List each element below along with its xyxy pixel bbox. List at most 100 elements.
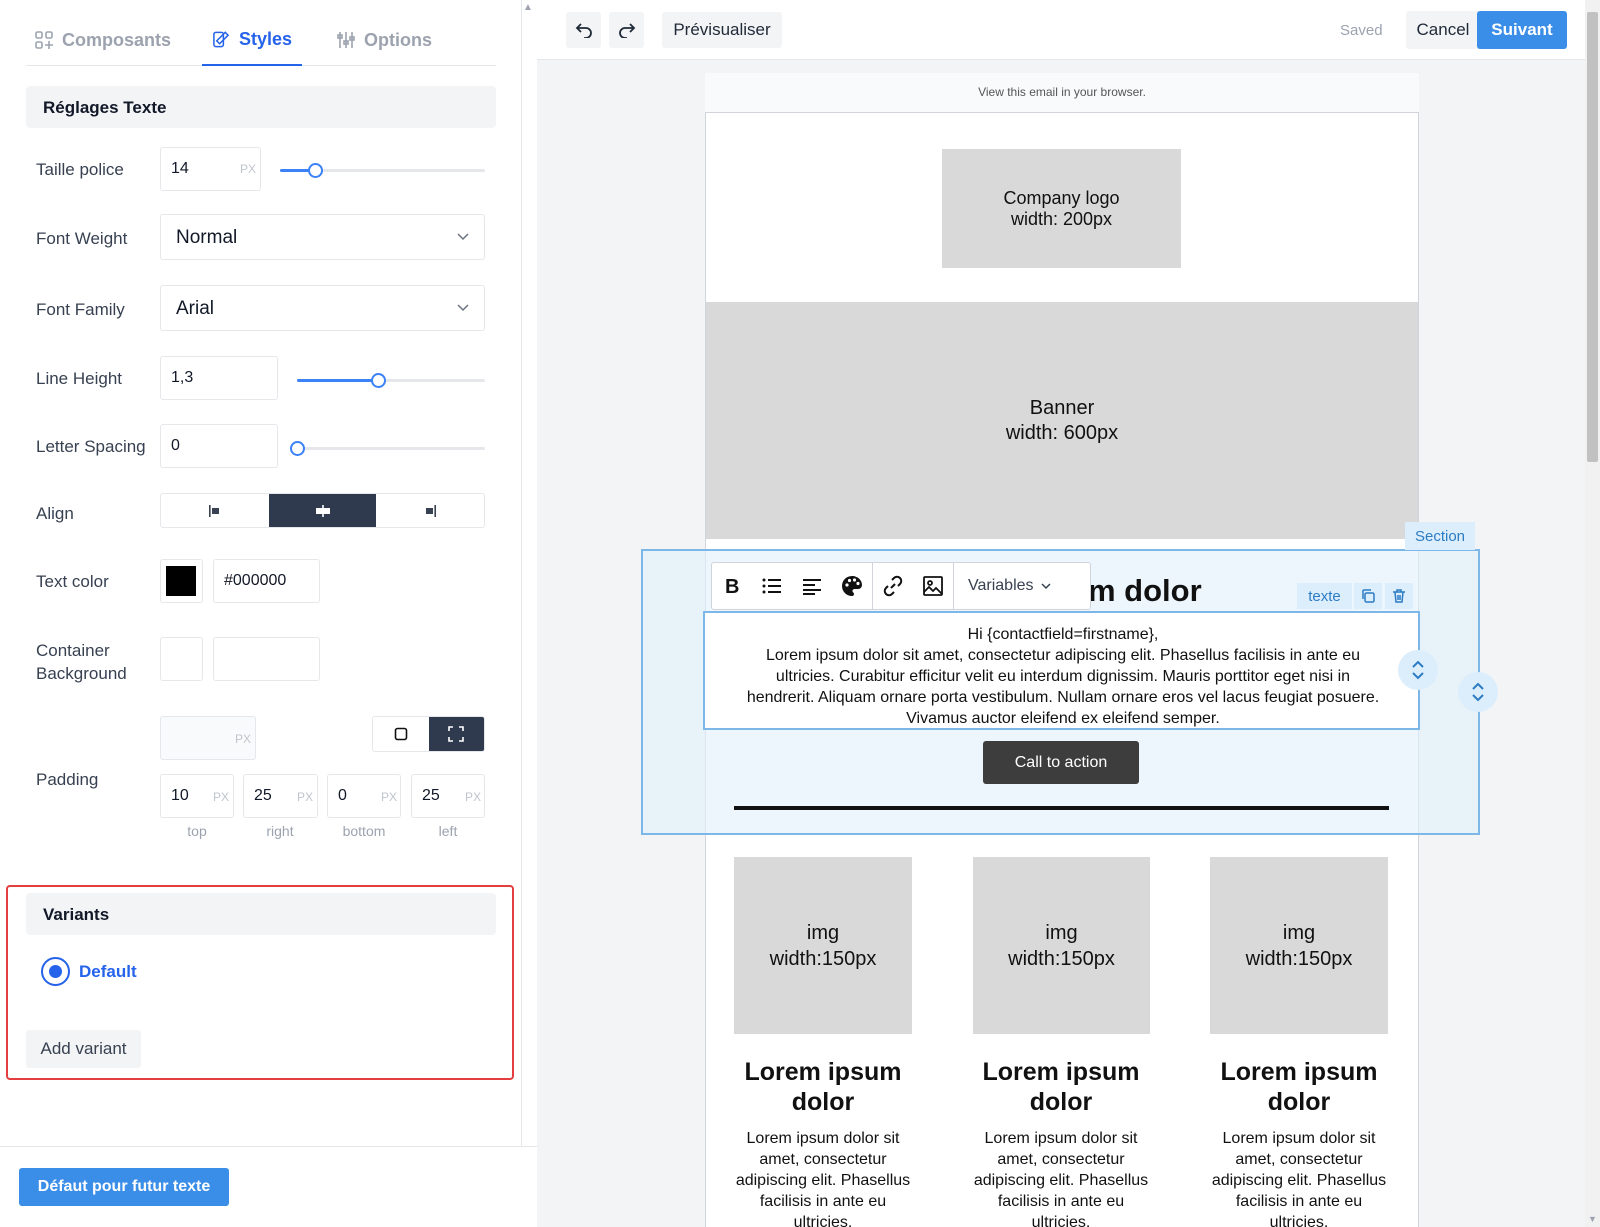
- font-size-label: Taille police: [36, 160, 124, 179]
- email-text-content[interactable]: Hi {contactfield=firstname}, Lorem ipsum…: [708, 624, 1418, 729]
- rich-text-toolbar: B Variables: [711, 562, 1091, 610]
- redo-icon: [618, 23, 635, 38]
- block-move-handle[interactable]: [1398, 650, 1438, 690]
- align-center-button[interactable]: [268, 494, 377, 527]
- undo-button[interactable]: [566, 12, 601, 48]
- brush-icon: [213, 31, 230, 48]
- logo-line-2: width: 200px: [1010, 208, 1113, 229]
- font-size-slider-knob[interactable]: [307, 163, 323, 178]
- call-to-action-button[interactable]: Call to action: [983, 741, 1139, 784]
- panel-tabs: Composants Styles Options: [26, 14, 496, 66]
- letter-spacing-slider-knob[interactable]: [290, 441, 305, 456]
- section-move-handle[interactable]: [1458, 672, 1498, 712]
- text-color-button[interactable]: [832, 563, 872, 609]
- next-button[interactable]: Suivant: [1477, 11, 1567, 49]
- view-in-browser-text[interactable]: View this email in your browser.: [705, 73, 1419, 113]
- insert-link-button[interactable]: [873, 563, 913, 609]
- delete-block-button[interactable]: [1385, 583, 1413, 609]
- align-left-button[interactable]: [161, 494, 269, 527]
- variants-header: Variants: [26, 893, 496, 935]
- app: Composants Styles Options Réglages Texte…: [0, 0, 1600, 1227]
- bullet-list-icon: [762, 578, 781, 594]
- variant-default-radio[interactable]: [41, 957, 70, 986]
- canvas-scroll-down-icon[interactable]: ▼: [1588, 1214, 1597, 1224]
- tab-options[interactable]: Options: [326, 14, 456, 66]
- column-text[interactable]: Lorem ipsum dolor sit amet, consectetur …: [971, 1128, 1151, 1227]
- line-height-slider-knob[interactable]: [370, 373, 386, 388]
- default-for-future-text-button[interactable]: Défaut pour futur texte: [19, 1168, 229, 1206]
- font-family-select[interactable]: Arial: [160, 285, 485, 331]
- square-icon: [394, 727, 408, 741]
- link-icon: [883, 575, 903, 597]
- letter-spacing-input[interactable]: 0: [160, 424, 278, 468]
- text-color-input[interactable]: #000000: [213, 559, 320, 603]
- container-bg-input[interactable]: [213, 637, 320, 681]
- font-family-label: Font Family: [36, 300, 125, 319]
- copy-icon: [1362, 589, 1375, 603]
- tab-components-label: Composants: [62, 29, 172, 50]
- section-heading[interactable]: m dolor: [1088, 573, 1202, 609]
- column-title[interactable]: Lorem ipsum dolor: [1209, 1057, 1389, 1117]
- preview-button[interactable]: Prévisualiser: [662, 12, 782, 48]
- container-background-label: Container Background: [36, 639, 127, 685]
- banner-placeholder[interactable]: Banner width: 600px: [706, 302, 1418, 539]
- variables-dropdown[interactable]: Variables: [954, 577, 1052, 595]
- text-settings-header: Réglages Texte: [26, 86, 496, 128]
- line-height-slider[interactable]: [297, 373, 485, 388]
- text-color-swatch[interactable]: [160, 559, 203, 603]
- bold-button[interactable]: B: [712, 563, 752, 609]
- align-right-button[interactable]: [376, 494, 484, 527]
- font-weight-select[interactable]: Normal: [160, 214, 485, 260]
- container-bg-swatch[interactable]: [160, 637, 203, 681]
- body-paragraph: Lorem ipsum dolor sit amet, consectetur …: [746, 647, 1380, 727]
- column-image-placeholder[interactable]: img width:150px: [1210, 857, 1388, 1034]
- line-height-label: Line Height: [36, 369, 123, 388]
- align-text-button[interactable]: [792, 563, 832, 609]
- padding-bottom-unit: PX: [381, 790, 398, 804]
- column-image-line-1: img: [1045, 921, 1078, 944]
- line-height-input[interactable]: 1,3: [160, 356, 278, 400]
- padding-label: Padding: [36, 770, 99, 789]
- column-text[interactable]: Lorem ipsum dolor sit amet, consectetur …: [733, 1128, 913, 1227]
- column-text[interactable]: Lorem ipsum dolor sit amet, consectetur …: [1209, 1128, 1389, 1227]
- tab-components[interactable]: Composants: [26, 14, 202, 66]
- settings-panel: Composants Styles Options Réglages Texte…: [0, 0, 522, 1227]
- letter-spacing-slider[interactable]: [290, 441, 485, 456]
- tab-styles-label: Styles: [238, 28, 292, 49]
- chevron-down-icon: [457, 304, 469, 312]
- column-title[interactable]: Lorem ipsum dolor: [733, 1057, 913, 1117]
- text-color-label: Text color: [36, 572, 109, 591]
- padding-right-unit: PX: [297, 790, 314, 804]
- container-background-label-line1: Container: [36, 641, 110, 660]
- banner-line-1: Banner: [1029, 396, 1095, 419]
- insert-image-button[interactable]: [913, 563, 953, 609]
- expand-corners-icon: [448, 726, 465, 742]
- canvas-scrollbar-thumb[interactable]: [1587, 12, 1598, 462]
- variant-default-label[interactable]: Default: [79, 962, 137, 982]
- padding-individual-button[interactable]: [428, 717, 484, 751]
- redo-button[interactable]: [609, 12, 644, 48]
- column-image-line-2: width:150px: [1008, 947, 1115, 970]
- tab-styles[interactable]: Styles: [202, 14, 302, 66]
- font-size-unit: PX: [240, 162, 257, 176]
- font-family-value: Arial: [176, 298, 215, 319]
- panel-scroll-up-icon[interactable]: ▲: [523, 2, 533, 13]
- bullet-list-button[interactable]: [752, 563, 792, 609]
- company-logo-placeholder[interactable]: Company logo width: 200px: [942, 149, 1181, 268]
- column-image-placeholder[interactable]: img width:150px: [973, 857, 1150, 1034]
- column-image-placeholder[interactable]: img width:150px: [734, 857, 912, 1034]
- column-title[interactable]: Lorem ipsum dolor: [971, 1057, 1151, 1117]
- font-size-slider[interactable]: [280, 163, 485, 178]
- column-image-line-1: img: [806, 921, 840, 944]
- chevron-down-icon: [457, 233, 469, 241]
- chevron-up-down-icon: [1412, 660, 1424, 680]
- cancel-button[interactable]: Cancel: [1406, 11, 1480, 49]
- add-variant-button[interactable]: Add variant: [26, 1030, 141, 1068]
- chevron-down-icon: [1040, 583, 1051, 590]
- align-left-icon: [208, 504, 219, 517]
- padding-uniform-button[interactable]: [373, 717, 429, 751]
- duplicate-block-button[interactable]: [1354, 583, 1382, 609]
- padding-top-unit: PX: [213, 790, 230, 804]
- canvas-scrollbar[interactable]: [1585, 0, 1600, 1227]
- tab-options-label: Options: [364, 29, 432, 50]
